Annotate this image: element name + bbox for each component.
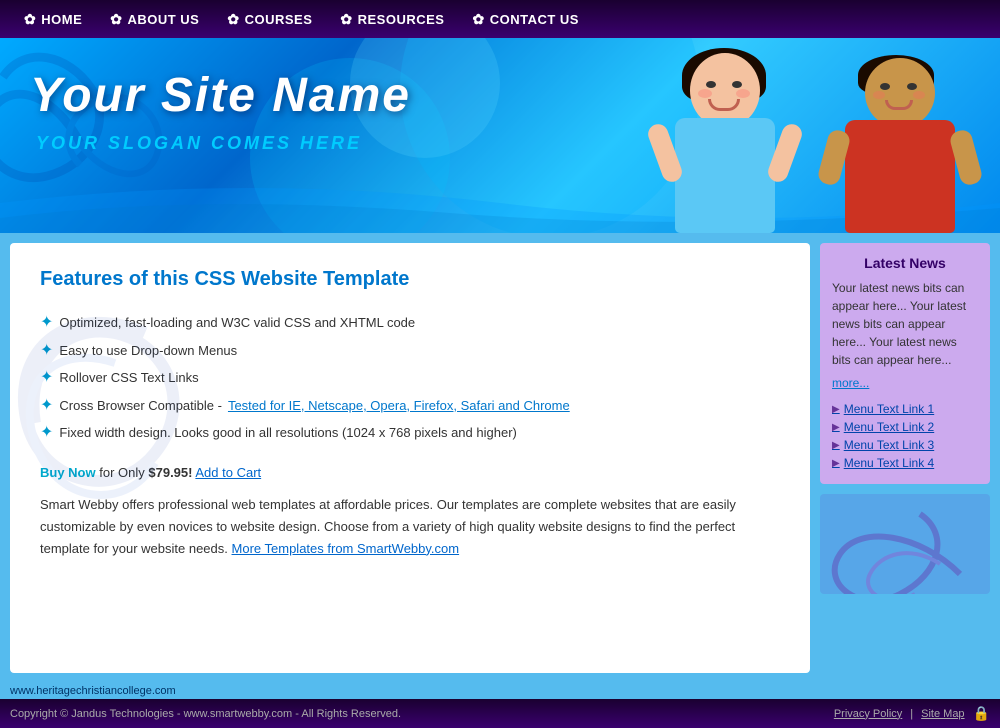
header-kids-image — [600, 38, 1000, 233]
nav-home[interactable]: ✿ HOME — [10, 11, 96, 28]
latest-news-heading: Latest News — [832, 255, 978, 271]
sidebar-link-1[interactable]: ▶ Menu Text Link 1 — [832, 400, 978, 418]
privacy-policy-link[interactable]: Privacy Policy — [834, 708, 902, 720]
main-wrapper: Features of this CSS Website Template ✦ … — [0, 233, 1000, 683]
footer: Copyright © Jandus Technologies - www.sm… — [0, 699, 1000, 728]
buy-now-section: Buy Now for Only $79.95! Add to Cart — [40, 465, 780, 480]
girl-body — [675, 118, 775, 233]
bullet-2: ✦ — [40, 341, 53, 360]
footer-links: Privacy Policy | Site Map 🔒 — [834, 705, 990, 722]
site-header: Your Site Name Your Slogan Comes Here — [0, 38, 1000, 233]
site-slogan: Your Slogan Comes Here — [36, 133, 362, 154]
home-nav-icon: ✿ — [24, 11, 36, 28]
nav-home-label: HOME — [41, 12, 82, 27]
sidebar-link-4-label: Menu Text Link 4 — [844, 456, 935, 470]
nav-courses-label: COURSES — [245, 12, 313, 27]
nav-resources[interactable]: ✿ RESOURCES — [326, 11, 458, 28]
boy-body — [845, 120, 955, 233]
site-map-link[interactable]: Site Map — [921, 708, 964, 720]
contact-nav-icon: ✿ — [472, 11, 484, 28]
sidebar-link-2-label: Menu Text Link 2 — [844, 420, 935, 434]
nav-contact-us[interactable]: ✿ CONTACT US — [458, 11, 593, 28]
content-area: Features of this CSS Website Template ✦ … — [10, 243, 810, 673]
browser-compat-link[interactable]: Tested for IE, Netscape, Opera, Firefox,… — [228, 396, 570, 416]
sidebar-link-4[interactable]: ▶ Menu Text Link 4 — [832, 454, 978, 472]
nav-resources-label: RESOURCES — [358, 12, 445, 27]
feature-list: ✦ Optimized, fast-loading and W3C valid … — [40, 309, 780, 447]
feature-item-1: ✦ Optimized, fast-loading and W3C valid … — [40, 309, 780, 337]
feature-text-2: Easy to use Drop-down Menus — [59, 341, 237, 361]
navbar: ✿ HOME ✿ ABOUT US ✿ COURSES ✿ RESOURCES … — [0, 0, 1000, 38]
feature-item-2: ✦ Easy to use Drop-down Menus — [40, 337, 780, 365]
description-text: Smart Webby offers professional web temp… — [40, 494, 780, 560]
more-templates-link[interactable]: More Templates from SmartWebby.com — [232, 541, 460, 556]
feature-text-5: Fixed width design. Looks good in all re… — [59, 423, 516, 443]
sidebar-tri-3: ▶ — [832, 440, 840, 451]
girl-figure — [660, 53, 800, 233]
girl-head — [690, 53, 760, 128]
buy-now-price: $79.95! — [148, 465, 192, 480]
sidebar-link-2[interactable]: ▶ Menu Text Link 2 — [832, 418, 978, 436]
boy-head — [865, 58, 935, 128]
bullet-3: ✦ — [40, 368, 53, 387]
feature-text-1: Optimized, fast-loading and W3C valid CS… — [59, 313, 415, 333]
latest-news-text: Your latest news bits can appear here...… — [832, 279, 978, 369]
news-more-link[interactable]: more... — [832, 376, 869, 390]
sidebar-tri-4: ▶ — [832, 458, 840, 469]
bullet-5: ✦ — [40, 423, 53, 442]
feature-item-5: ✦ Fixed width design. Looks good in all … — [40, 419, 780, 447]
buy-now-link[interactable]: Buy Now — [40, 465, 96, 480]
footer-copyright: Copyright © Jandus Technologies - www.sm… — [10, 708, 401, 720]
footer-url-text: www.heritagechristiancollege.com — [10, 685, 176, 697]
footer-url-bar: www.heritagechristiancollege.com — [0, 683, 1000, 699]
sidebar-tri-1: ▶ — [832, 404, 840, 415]
buy-now-middle: for Only — [96, 465, 149, 480]
sidebar-link-3[interactable]: ▶ Menu Text Link 3 — [832, 436, 978, 454]
footer-divider: | — [910, 708, 913, 720]
feature-item-3: ✦ Rollover CSS Text Links — [40, 364, 780, 392]
add-to-cart-link[interactable]: Add to Cart — [195, 465, 261, 480]
content-heading: Features of this CSS Website Template — [40, 268, 780, 291]
feature-text-4-prefix: Cross Browser Compatible - — [59, 396, 222, 416]
footer-icon: 🔒 — [973, 705, 990, 722]
sidebar-link-3-label: Menu Text Link 3 — [844, 438, 935, 452]
nav-about-us[interactable]: ✿ ABOUT US — [96, 11, 213, 28]
bullet-4: ✦ — [40, 396, 53, 415]
latest-news-box: Latest News Your latest news bits can ap… — [820, 243, 990, 484]
site-title: Your Site Name — [30, 68, 411, 123]
feature-text-3: Rollover CSS Text Links — [59, 368, 198, 388]
sidebar-tri-2: ▶ — [832, 422, 840, 433]
sidebar-swirl-decor — [820, 494, 990, 594]
resources-nav-icon: ✿ — [340, 11, 352, 28]
sidebar-swirl-svg — [820, 494, 990, 594]
sidebar-links: ▶ Menu Text Link 1 ▶ Menu Text Link 2 ▶ … — [832, 400, 978, 472]
feature-item-4: ✦ Cross Browser Compatible - Tested for … — [40, 392, 780, 420]
bullet-1: ✦ — [40, 313, 53, 332]
boy-figure — [830, 58, 980, 233]
nav-courses[interactable]: ✿ COURSES — [213, 11, 326, 28]
courses-nav-icon: ✿ — [227, 11, 239, 28]
nav-contact-label: CONTACT US — [490, 12, 579, 27]
about-nav-icon: ✿ — [110, 11, 122, 28]
nav-about-label: ABOUT US — [127, 12, 199, 27]
sidebar-link-1-label: Menu Text Link 1 — [844, 402, 935, 416]
sidebar: Latest News Your latest news bits can ap… — [820, 243, 990, 673]
